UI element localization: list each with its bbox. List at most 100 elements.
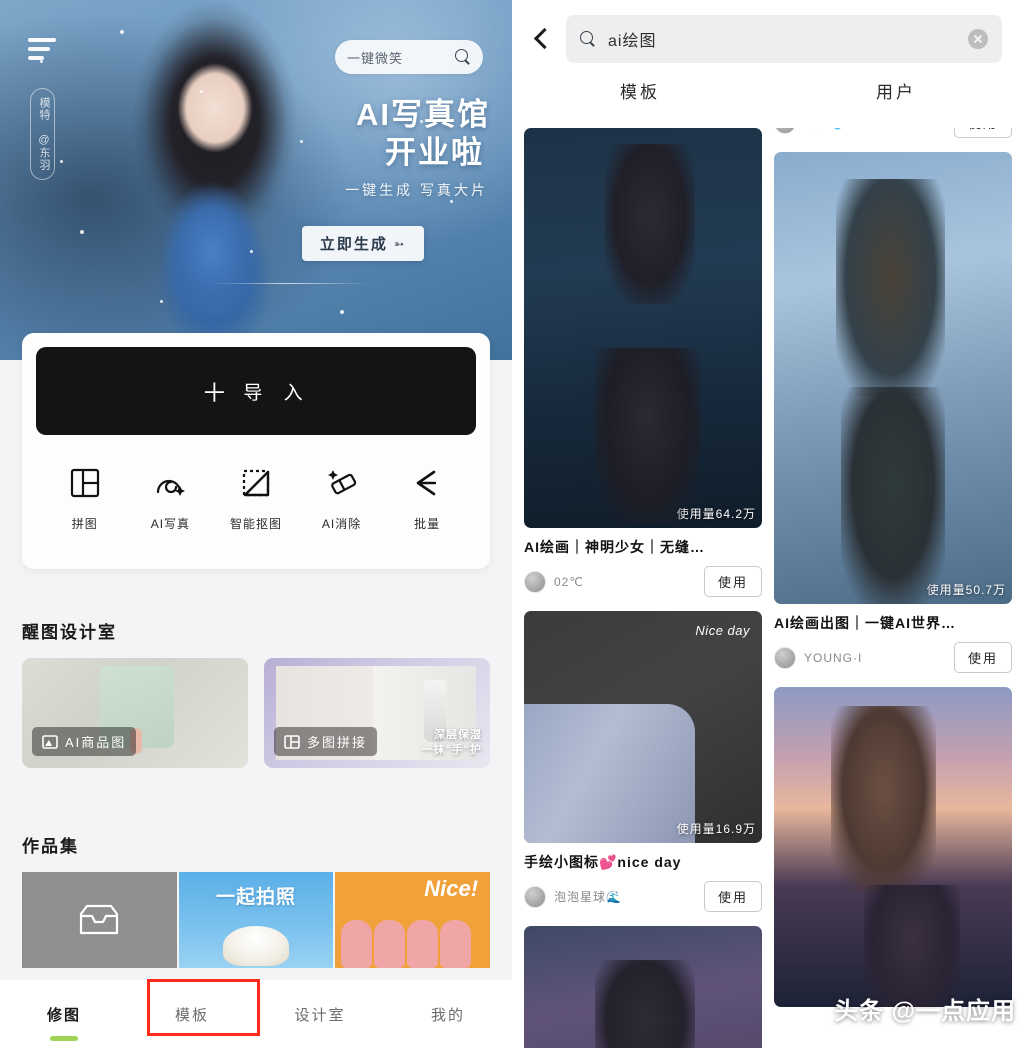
template-thumbnail[interactable]: Nice day 使用量16.9万 (524, 611, 762, 843)
active-tab-underline (50, 1035, 78, 1041)
results-column-right: 细雨💧 使用 使用量50.7万 AI绘画出图｜一键AI世界… YOUNG·I 使… (774, 128, 1012, 1048)
clear-circle-icon[interactable] (968, 29, 988, 49)
hero-subtitle: 一键生成 写真大片 (345, 182, 488, 198)
collage-grid-icon (70, 465, 100, 501)
use-template-button[interactable]: 使用 (953, 128, 1012, 138)
template-meta: 02℃ 使用 (524, 566, 762, 597)
tab-label: 我的 (430, 1006, 465, 1024)
use-template-button[interactable]: 使用 (953, 642, 1012, 673)
overlay-line2: 一抹"手"护 (421, 744, 482, 756)
design-chip-label: AI商品图 (65, 735, 127, 750)
works-card-row: 一起拍照 Nice! (22, 872, 491, 968)
template-card[interactable] (524, 926, 762, 1048)
generate-now-button[interactable]: 立即生成 ➳ (301, 226, 424, 261)
left-app-panel: 模特 @东羽 一键微笑 AI写真馆 开业啦 一键生成 写真大片 立即生成 ➳ ＋… (0, 0, 512, 1048)
template-author: YOUNG·I (804, 650, 863, 665)
batch-chevron-icon (412, 465, 442, 501)
hero-banner[interactable]: 模特 @东羽 一键微笑 AI写真馆 开业啦 一键生成 写真大片 立即生成 ➳ (0, 0, 512, 360)
avatar (774, 128, 796, 134)
use-template-button[interactable]: 使用 (703, 881, 762, 912)
tool-label: 批量 (414, 517, 441, 531)
tool-collage[interactable]: 拼图 (42, 465, 128, 532)
template-usage-count: 使用量16.9万 (676, 822, 756, 836)
tab-templates[interactable]: 模板 (128, 1004, 256, 1025)
plus-icon: ＋ (201, 377, 228, 408)
import-button[interactable]: ＋ 导 入 (36, 347, 476, 435)
template-meta: 细雨💧 使用 (774, 128, 1012, 138)
hero-title-line2: 开业啦 (385, 135, 484, 170)
design-card-ai-product[interactable]: AI商品图 (22, 658, 248, 768)
template-card[interactable]: 使用量64.2万 AI绘画｜神明少女｜无缝… 02℃ 使用 (524, 128, 762, 597)
tab-retouch[interactable]: 修图 (0, 1004, 128, 1041)
tool-batch[interactable]: 批量 (384, 465, 470, 532)
template-title: AI绘画出图｜一键AI世界… (774, 615, 956, 631)
search-header: ai绘图 (512, 0, 1024, 78)
work-card-label: Nice! (424, 876, 479, 901)
search-result-tabs: 模板 用户 (512, 78, 1024, 128)
back-chevron-icon[interactable] (530, 27, 554, 51)
tool-label: AI消除 (321, 517, 362, 531)
search-input-value: ai绘图 (608, 33, 657, 50)
bottom-tabbar: 修图 模板 设计室 我的 (0, 980, 512, 1048)
template-card-partial[interactable]: 细雨💧 使用 (774, 128, 1012, 138)
search-icon[interactable] (455, 49, 471, 65)
template-card[interactable]: 使用量50.7万 AI绘画出图｜一键AI世界… YOUNG·I 使用 (774, 152, 1012, 673)
template-thumbnail[interactable] (524, 926, 762, 1048)
tab-label: 模板 (174, 1006, 209, 1024)
tool-row: 拼图 AI写真 智能抠图 AI消除 批量 (36, 465, 476, 532)
work-card-label: 一起拍照 (216, 887, 297, 908)
template-card[interactable]: Nice day 使用量16.9万 手绘小图标💕nice day 泡泡星球🌊 使… (524, 611, 762, 912)
work-card-empty[interactable] (22, 872, 177, 968)
template-meta: 泡泡星球🌊 使用 (524, 881, 762, 912)
avatar (524, 885, 546, 908)
template-thumbnail[interactable]: 使用量64.2万 (524, 128, 762, 528)
collage-grid-icon (284, 734, 300, 749)
import-label: 导 入 (243, 382, 311, 404)
template-meta: YOUNG·I 使用 (774, 642, 1012, 673)
hero-title: AI写真馆 开业啦 (356, 96, 490, 172)
template-thumbnail[interactable]: 使用量50.7万 (774, 152, 1012, 604)
hero-title-line1: AI写真馆 (356, 97, 490, 132)
tool-label: AI写真 (150, 517, 191, 531)
avatar (774, 646, 796, 669)
search-input[interactable]: ai绘图 (566, 15, 1002, 63)
tab-design-studio[interactable]: 设计室 (256, 1004, 384, 1025)
app-screen: 模特 @东羽 一键微笑 AI写真馆 开业啦 一键生成 写真大片 立即生成 ➳ ＋… (0, 0, 1024, 1048)
tab-templates[interactable]: 模板 (512, 78, 768, 128)
template-card[interactable] (774, 687, 1012, 1007)
template-results-grid: 使用量64.2万 AI绘画｜神明少女｜无缝… 02℃ 使用 Nice day 使… (512, 128, 1024, 1048)
tool-ai-portrait[interactable]: AI写真 (128, 465, 214, 532)
overlay-line1: 深层保湿 (434, 729, 482, 741)
work-card-photo-together[interactable]: 一起拍照 (178, 872, 334, 968)
hamburger-menu-icon[interactable] (28, 38, 56, 65)
hero-search-box[interactable]: 一键微笑 (335, 40, 483, 74)
tab-users[interactable]: 用户 (768, 78, 1024, 128)
tool-smart-cutout[interactable]: 智能抠图 (213, 465, 299, 532)
template-title: AI绘画｜神明少女｜无缝… (524, 539, 705, 555)
tool-ai-eraser[interactable]: AI消除 (299, 465, 385, 532)
ai-eraser-icon (325, 465, 359, 501)
ai-product-image-icon (42, 734, 58, 749)
design-card-row: AI商品图 多图拼接 深层保湿 一抹"手"护 (22, 658, 490, 768)
design-studio-section: 醒图设计室 AI商品图 多图拼接 深层保湿 一抹"手"护 (22, 618, 490, 768)
works-section: 作品集 一起拍照 Nice! (22, 832, 491, 968)
tab-label: 修图 (46, 1006, 81, 1024)
work-card-faces (341, 920, 472, 968)
template-author: 细雨💧 (804, 128, 946, 131)
tab-mine[interactable]: 我的 (384, 1004, 512, 1025)
design-card-overlay-text: 深层保湿 一抹"手"护 (422, 728, 482, 758)
design-card-collage[interactable]: 多图拼接 深层保湿 一抹"手"护 (264, 658, 490, 768)
design-card-chip: 多图拼接 (274, 727, 378, 756)
tool-label: 拼图 (71, 517, 98, 531)
arrow-icon: ➳ (393, 236, 406, 251)
search-icon (580, 31, 596, 47)
results-column-left: 使用量64.2万 AI绘画｜神明少女｜无缝… 02℃ 使用 Nice day 使… (524, 128, 762, 1048)
works-title: 作品集 (22, 837, 79, 856)
use-template-button[interactable]: 使用 (703, 566, 762, 597)
hero-search-placeholder: 一键微笑 (347, 50, 404, 66)
work-card-nice[interactable]: Nice! (335, 872, 491, 968)
template-thumbnail[interactable] (774, 687, 1012, 1007)
avatar (524, 570, 546, 593)
template-title: 手绘小图标💕nice day (524, 854, 682, 870)
right-search-panel: ai绘图 模板 用户 使用量64.2万 AI绘画｜神明少女｜无缝… 02℃ 使用… (512, 0, 1024, 1048)
